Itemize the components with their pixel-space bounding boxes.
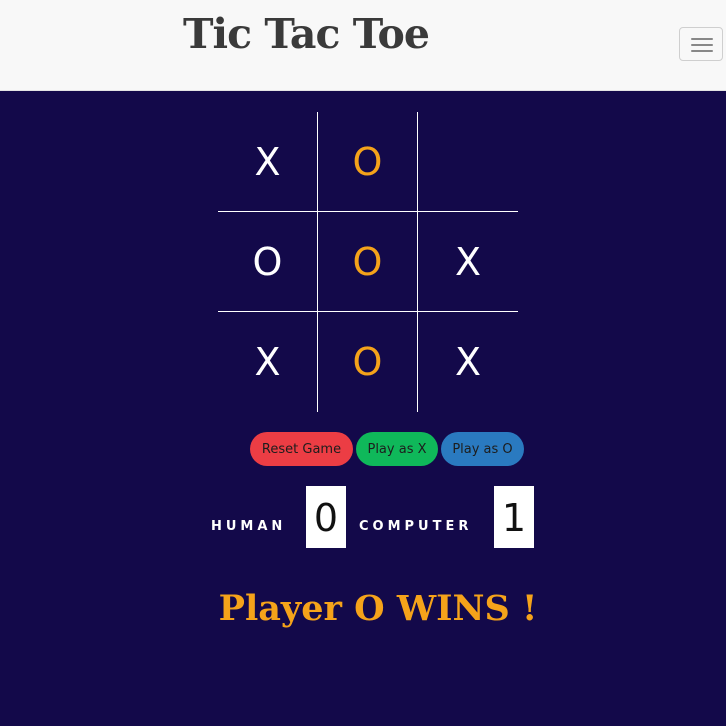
board-cell-5[interactable]: X (418, 212, 518, 312)
board-cell-4[interactable]: O (318, 212, 418, 312)
menu-toggle-button[interactable] (679, 27, 723, 61)
board-cell-8[interactable]: X (418, 312, 518, 412)
human-score-label: HUMAN (211, 519, 287, 534)
app-title[interactable]: Tic Tac Toe (183, 10, 430, 58)
play-as-x-button[interactable]: Play as X (356, 432, 438, 466)
board-cell-2[interactable] (418, 112, 518, 212)
play-as-o-button[interactable]: Play as O (441, 432, 524, 466)
reset-game-button[interactable]: Reset Game (250, 432, 353, 466)
hamburger-menu-icon (691, 38, 713, 40)
hamburger-menu-icon-bar (691, 44, 713, 46)
hamburger-menu-icon-bar (691, 50, 713, 52)
game-board: X O O O X X O X (218, 112, 518, 412)
board-cell-3[interactable]: O (218, 212, 318, 312)
game-result-message: Player O WINS ! (218, 588, 538, 629)
board-cell-7[interactable]: O (318, 312, 418, 412)
board-cell-1[interactable]: O (318, 112, 418, 212)
human-score-value: 0 (306, 486, 346, 548)
board-cell-6[interactable]: X (218, 312, 318, 412)
navbar: Tic Tac Toe (0, 0, 726, 91)
computer-score-value: 1 (494, 486, 534, 548)
board-cell-0[interactable]: X (218, 112, 318, 212)
computer-score-label: COMPUTER (359, 519, 473, 534)
